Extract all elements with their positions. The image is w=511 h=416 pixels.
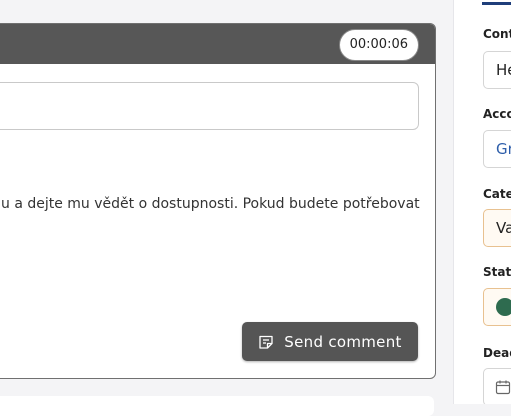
- note-icon: [259, 335, 273, 349]
- contact-label: Cont: [483, 27, 511, 41]
- comment-input[interactable]: [0, 82, 419, 130]
- calendar-icon: [495, 380, 511, 395]
- card-header: 00:00:06: [0, 24, 435, 64]
- details-panel: Cont He Acco Gr Cate Va State Dead: [454, 0, 511, 404]
- contact-field[interactable]: He: [483, 51, 511, 89]
- state-label: State: [483, 265, 511, 279]
- active-tab-indicator: [482, 2, 511, 5]
- ticket-area: 00:00:06 u a dejte mu vědět o dostupnost…: [0, 0, 453, 416]
- state-dot-icon: [496, 298, 511, 316]
- comment-text: u a dejte mu vědět o dostupnosti. Pokud …: [1, 196, 420, 212]
- comment-card: 00:00:06 u a dejte mu vědět o dostupnost…: [0, 23, 436, 379]
- deadline-field[interactable]: [483, 368, 511, 404]
- state-field[interactable]: [483, 288, 511, 326]
- account-label: Acco: [483, 107, 511, 121]
- send-comment-label: Send comment: [284, 332, 402, 351]
- send-comment-button[interactable]: Send comment: [242, 322, 418, 361]
- category-label: Cate: [483, 187, 511, 201]
- category-field[interactable]: Va: [483, 209, 511, 247]
- timer-badge: 00:00:06: [338, 29, 419, 61]
- next-card: [0, 396, 434, 416]
- deadline-label: Dead: [483, 346, 511, 360]
- account-field[interactable]: Gr: [483, 130, 511, 168]
